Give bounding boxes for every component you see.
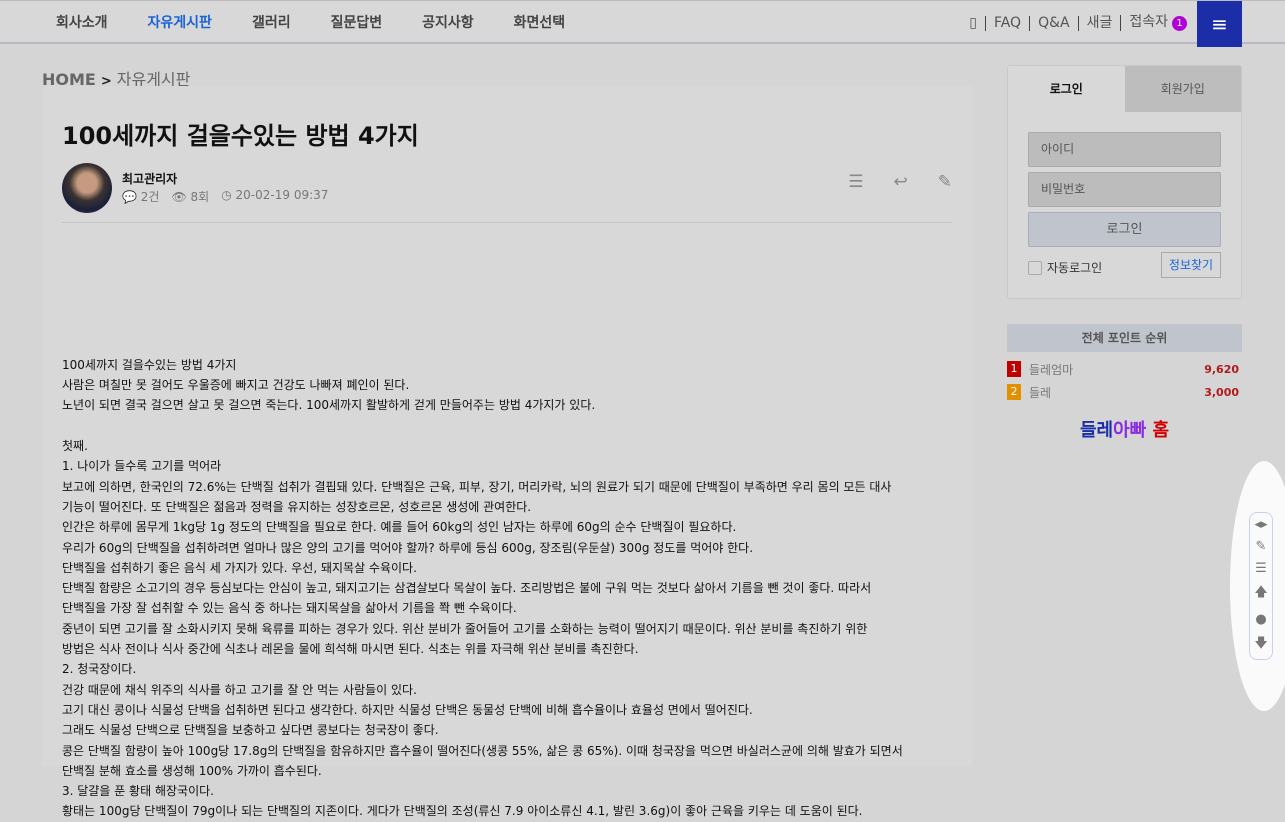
hamburger-menu-button[interactable]: ≡ bbox=[1197, 1, 1242, 47]
ranking-title: 전체 포인트 순위 bbox=[1007, 324, 1242, 352]
author-name[interactable]: 최고관리자 bbox=[122, 170, 177, 187]
content-line: 방법은 식사 전이나 식사 중간에 식초나 레몬을 물에 희석해 마시면 된다.… bbox=[62, 642, 639, 657]
rank-number: 1 bbox=[1007, 361, 1021, 377]
content-line: 단백질을 가장 잘 섭취할 수 있는 음식 중 하나는 돼지목살을 삶아서 기름… bbox=[62, 601, 517, 616]
nav-gallery[interactable]: 갤러리 bbox=[252, 1, 291, 45]
content-line: 단백질을 섭취하기 좋은 음식 세 가지가 있다. 우선, 돼지목살 수육이다. bbox=[62, 560, 417, 575]
tab-join[interactable]: 회원가입 bbox=[1124, 66, 1241, 112]
content-line: 그래도 식물성 단백으로 단백질을 보충하고 싶다면 콩보다는 청국장이 좋다. bbox=[62, 723, 439, 738]
home-link-part3: 홈 bbox=[1152, 420, 1170, 441]
login-box: 로그인 회원가입 아이디 비밀번호 로그인 자동로그인 정보찾기 bbox=[1007, 65, 1242, 299]
nav-company[interactable]: 회사소개 bbox=[56, 1, 108, 45]
mobile-icon[interactable]: ▯ bbox=[961, 15, 985, 31]
content-line: 중년이 되면 고기를 잘 소화시키지 못해 육류를 피하는 경우가 있다. 위산… bbox=[62, 621, 868, 636]
tab-login[interactable]: 로그인 bbox=[1008, 66, 1125, 112]
author-avatar bbox=[62, 163, 112, 213]
floating-nav: ◂▸ ✎ ☰ 🡅 ● 🡇 bbox=[1249, 512, 1273, 660]
content-line: 콩은 단백질 함량이 높아 100g당 17.8g의 단백질을 함유하지만 흡수… bbox=[62, 743, 903, 758]
qna-link[interactable]: Q&A bbox=[1029, 15, 1078, 31]
post-date-text: 20-02-19 09:37 bbox=[235, 188, 329, 202]
content-line: 보고에 의하면, 한국인의 72.6%는 단백질 섭취가 결핍돼 있다. 단백질… bbox=[62, 479, 892, 494]
view-count-text: 8회 bbox=[190, 190, 210, 204]
ranking-item[interactable]: 1 들레엄마 9,620 bbox=[1007, 360, 1242, 378]
list-icon[interactable]: ☰ bbox=[848, 172, 863, 192]
rank-name: 들레 bbox=[1029, 385, 1052, 400]
content-line: 기능이 떨어진다. 또 단백질은 젊음과 정력을 유지하는 성장호르몬, 성호르… bbox=[62, 499, 532, 514]
content-line: 100세까지 걸을수있는 방법 4가지 bbox=[62, 357, 237, 372]
content-line: 단백질 함량은 소고기의 경우 등심보다는 안심이 높고, 돼지고기는 삼겹살보… bbox=[62, 581, 872, 596]
visitors-label: 접속자 bbox=[1129, 14, 1168, 30]
arrow-up-icon[interactable]: 🡅 bbox=[1254, 583, 1267, 605]
home-link-part1: 들레 bbox=[1079, 420, 1114, 441]
content-line: 고기 대신 콩이나 식물성 단백을 섭취하면 된다고 생각한다. 하지만 식물성… bbox=[62, 702, 753, 717]
rank-points: 3,000 bbox=[1204, 385, 1239, 399]
nav-notice[interactable]: 공지사항 bbox=[422, 1, 474, 45]
post-content: 100세까지 걸을수있는 방법 4가지사람은 며칠만 못 걸어도 우울증에 빠지… bbox=[62, 294, 952, 822]
content-line: 건강 때문에 채식 위주의 식사를 하고 고기를 잘 안 먹는 사람들이 있다. bbox=[62, 682, 417, 697]
content-line: 우리가 60g의 단백질을 섭취하려면 얼마나 많은 양의 고기를 먹어야 할까… bbox=[62, 540, 754, 555]
nav-free-board[interactable]: 자유게시판 bbox=[148, 1, 212, 45]
divider bbox=[62, 222, 952, 223]
home-link[interactable]: 들레아빠 홈 bbox=[1007, 416, 1242, 442]
post-date: ◷ 20-02-19 09:37 bbox=[221, 188, 328, 205]
rank-name: 들레엄마 bbox=[1029, 362, 1074, 377]
reply-icon[interactable]: ↩ bbox=[894, 172, 908, 192]
post-actions: ☰ ↩ ✎ bbox=[848, 172, 952, 192]
comment-icon: 💬 bbox=[122, 190, 137, 204]
auto-login-checkbox[interactable] bbox=[1028, 260, 1042, 275]
write-icon[interactable]: ✎ bbox=[1256, 539, 1267, 554]
password-input[interactable]: 비밀번호 bbox=[1028, 172, 1221, 207]
login-button[interactable]: 로그인 bbox=[1028, 212, 1221, 247]
comment-count: 💬 2건 bbox=[122, 188, 159, 205]
content-line bbox=[62, 314, 952, 334]
content-line: 인간은 하루에 몸무게 1kg당 1g 정도의 단백질을 필요로 한다. 예를 … bbox=[62, 520, 737, 535]
username-input[interactable]: 아이디 bbox=[1028, 132, 1221, 167]
prev-next-icon[interactable]: ◂▸ bbox=[1254, 517, 1267, 532]
visitors-link[interactable]: 접속자 1 bbox=[1120, 15, 1195, 31]
post-view: 100세까지 걸을수있는 방법 4가지 최고관리자 💬 2건 👁 8회 ◷ 20… bbox=[42, 86, 972, 818]
main-nav: 회사소개 자유게시판 갤러리 질문답변 공지사항 화면선택 bbox=[36, 1, 585, 45]
utility-links: ▯ FAQ Q&A 새글 접속자 1 bbox=[961, 1, 1195, 45]
content-line: 노년이 되면 결국 걸으면 살고 못 걸으면 죽는다. 100세까지 활발하게 … bbox=[62, 398, 596, 413]
dot-icon[interactable]: ● bbox=[1255, 612, 1266, 627]
new-posts-link[interactable]: 새글 bbox=[1077, 15, 1121, 31]
nav-screen-select[interactable]: 화면선택 bbox=[514, 1, 566, 45]
content-line: 3. 달걀을 푼 황태 해장국이다. bbox=[62, 784, 214, 799]
visitor-count-badge: 1 bbox=[1172, 16, 1187, 31]
content-line: 1. 나이가 들수록 고기를 먹어라 bbox=[62, 459, 222, 474]
home-link-part2: 아빠 bbox=[1113, 420, 1147, 441]
edit-pencil-icon[interactable]: ✎ bbox=[938, 172, 952, 192]
content-line bbox=[62, 335, 952, 355]
top-navbar: 회사소개 자유게시판 갤러리 질문답변 공지사항 화면선택 ▯ FAQ Q&A … bbox=[0, 0, 1285, 47]
content-line bbox=[62, 294, 952, 314]
content-line: 사람은 며칠만 못 걸어도 우울증에 빠지고 건강도 나빠져 폐인이 된다. bbox=[62, 378, 410, 393]
post-meta: 💬 2건 👁 8회 ◷ 20-02-19 09:37 bbox=[122, 188, 328, 205]
clock-icon: ◷ bbox=[221, 188, 232, 202]
rank-points: 9,620 bbox=[1204, 362, 1239, 376]
comment-count-text: 2건 bbox=[140, 190, 160, 204]
content-line bbox=[62, 416, 952, 436]
eye-icon: 👁 bbox=[171, 190, 187, 204]
list-icon[interactable]: ☰ bbox=[1255, 561, 1267, 576]
view-count: 👁 8회 bbox=[171, 188, 209, 205]
auto-login-label: 자동로그인 bbox=[1047, 261, 1103, 275]
post-title: 100세까지 걸을수있는 방법 4가지 bbox=[62, 122, 419, 150]
faq-link[interactable]: FAQ bbox=[984, 15, 1029, 31]
content-line: 단백질 분해 효소를 생성해 100% 가까이 흡수된다. bbox=[62, 763, 322, 778]
nav-qa[interactable]: 질문답변 bbox=[331, 1, 383, 45]
arrow-down-icon[interactable]: 🡇 bbox=[1254, 634, 1267, 656]
rank-number: 2 bbox=[1007, 384, 1021, 400]
content-line: 황태는 100g당 단백질이 79g이나 되는 단백질의 지존이다. 게다가 단… bbox=[62, 804, 863, 819]
auto-login[interactable]: 자동로그인 bbox=[1028, 259, 1102, 276]
ranking-item[interactable]: 2 들레 3,000 bbox=[1007, 383, 1242, 401]
find-account-button[interactable]: 정보찾기 bbox=[1161, 252, 1221, 278]
content-line: 첫째. bbox=[62, 439, 88, 454]
content-line: 2. 청국장이다. bbox=[62, 662, 137, 677]
